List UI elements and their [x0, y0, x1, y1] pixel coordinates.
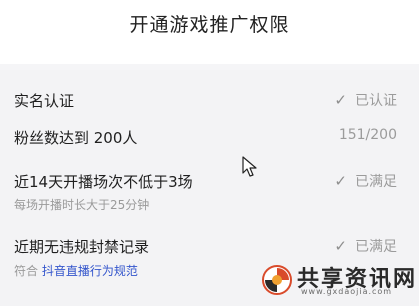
requirement-label: 粉丝数达到 200人 — [14, 129, 138, 147]
requirement-status: ✓ 已满足 — [334, 172, 397, 190]
behavior-rules-link[interactable]: 抖音直播行为规范 — [42, 264, 138, 278]
mouse-cursor-icon — [242, 156, 257, 177]
requirement-status: ✓ 已认证 — [334, 91, 397, 109]
requirement-followers: 粉丝数达到 200人 151/200 — [14, 127, 397, 149]
watermark-logo-icon — [262, 265, 292, 295]
watermark-url: www.gxdaojia.com — [301, 287, 393, 296]
page-title: 开通游戏推广权限 — [129, 14, 290, 36]
watermark: 共享资讯网 www.gxdaojia.com — [261, 258, 415, 300]
check-icon: ✓ — [334, 172, 347, 190]
check-icon: ✓ — [334, 237, 347, 255]
requirement-label: 实名认证 — [14, 92, 75, 110]
check-icon: ✓ — [334, 91, 347, 109]
requirement-sub: 符合 抖音直播行为规范 — [14, 264, 138, 278]
requirement-real-name: 实名认证 ✓ 已认证 — [14, 90, 397, 112]
requirement-live-sessions: 近14天开播场次不低于3场 每场开播时长大于25分钟 ✓ 已满足 — [14, 171, 397, 215]
requirement-progress: 151/200 — [338, 127, 397, 143]
requirement-status: ✓ 已满足 — [334, 237, 397, 255]
requirement-label: 近14天开播场次不低于3场 — [14, 173, 193, 191]
header: 开通游戏推广权限 — [0, 0, 419, 64]
requirement-sub: 每场开播时长大于25分钟 — [14, 198, 150, 212]
requirement-label: 近期无违规封禁记录 — [14, 238, 150, 256]
